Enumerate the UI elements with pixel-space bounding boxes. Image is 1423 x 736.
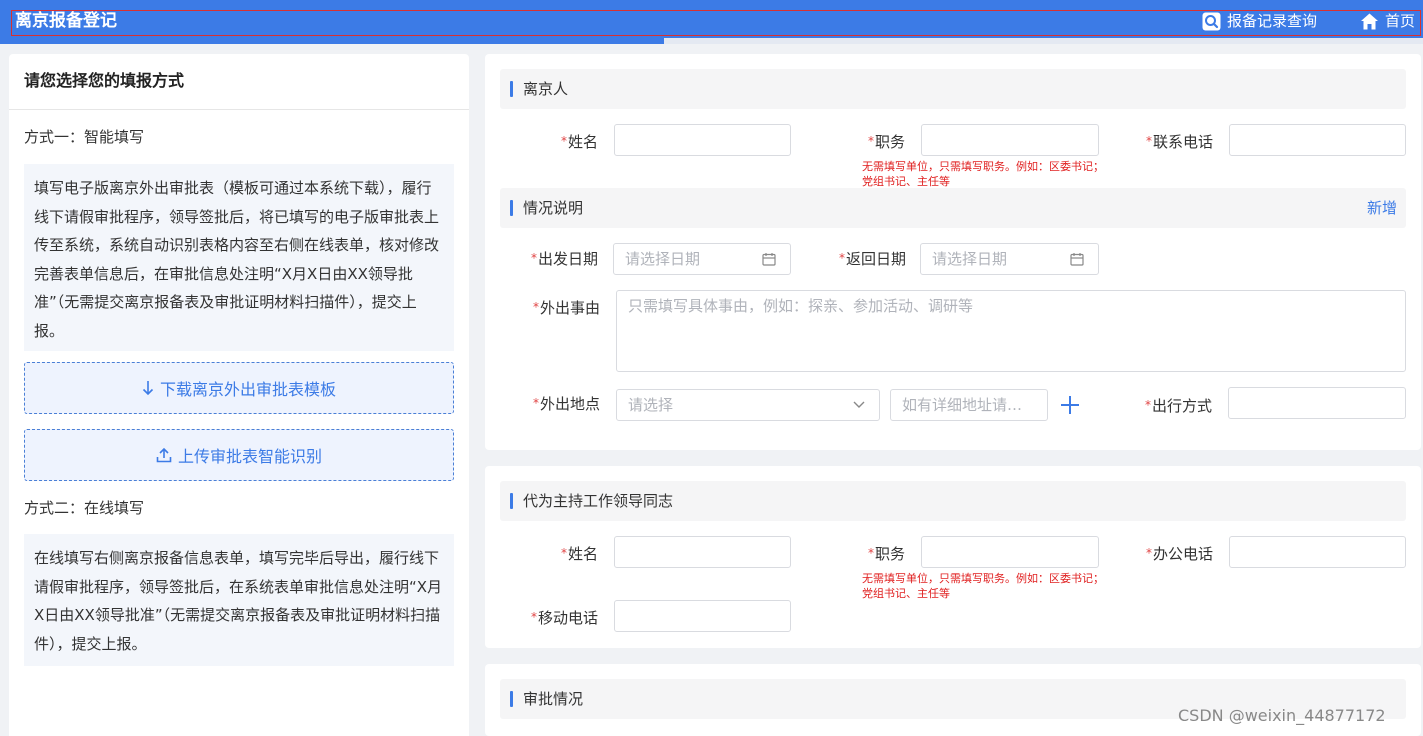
depart-date-label: *出发日期 (530, 250, 598, 268)
travel-mode-input[interactable] (1228, 387, 1406, 419)
upload-recognize-button[interactable]: 上传审批表智能识别 (24, 429, 454, 481)
place-select[interactable]: 请选择 (616, 389, 880, 421)
add-situation-link[interactable]: 新增 (1367, 188, 1397, 228)
traveler-phone-label: *联系电话 (1145, 133, 1213, 151)
calendar-icon (762, 253, 776, 266)
place-select-placeholder: 请选择 (628, 396, 674, 414)
place-label: *外出地点 (532, 395, 600, 413)
deputy-mobile-input[interactable] (614, 600, 791, 632)
traveler-name-input[interactable] (614, 124, 791, 156)
deputy-name-label: *姓名 (560, 545, 598, 563)
method1-title: 方式一：智能填写 (24, 128, 145, 146)
add-place-icon[interactable] (1060, 395, 1080, 415)
upload-recognize-label: 上传审批表智能识别 (177, 447, 322, 466)
deputy-post-input[interactable] (921, 536, 1099, 568)
calendar-icon (1070, 253, 1084, 266)
deputy-post-hint: 无需填写单位，只需填写职务。例如：区委书记；党组书记、主任等 (862, 572, 1104, 600)
header-strip-track (664, 38, 1423, 44)
download-template-button[interactable]: 下载离京外出审批表模板 (24, 362, 454, 414)
deputy-mobile-label: *移动电话 (530, 609, 598, 627)
detail-address-placeholder: 如有详细地址请… (902, 396, 1023, 414)
record-query-label: 报备记录查询 (1227, 12, 1318, 30)
section-approval-title: 审批情况 (523, 690, 584, 708)
return-date-placeholder: 请选择日期 (932, 250, 1008, 268)
traveler-post-input[interactable] (921, 124, 1099, 156)
method1-description: 填写电子版离京外出审批表（模板可通过本系统下载），履行线下请假审批程序，领导签批… (24, 164, 454, 351)
app-title: 离京报备登记 (15, 11, 117, 31)
reason-label: *外出事由 (532, 299, 600, 317)
deputy-post-label: *职务 (867, 545, 905, 563)
return-date-picker[interactable]: 请选择日期 (920, 243, 1099, 275)
chevron-down-icon (853, 401, 865, 408)
fill-method-panel: 请您选择您的填报方式 方式一：智能填写 填写电子版离京外出审批表（模板可通过本系… (9, 54, 469, 736)
home-link[interactable]: 首页 (1360, 10, 1415, 32)
top-bar: 离京报备登记 报备记录查询 首页 (0, 0, 1423, 44)
reason-textarea[interactable]: 只需填写具体事由，例如：探亲、参加活动、调研等 (616, 290, 1406, 372)
fill-method-heading: 请您选择您的填报方式 (9, 54, 469, 110)
traveler-card: 离京人 *姓名 *职务 无需填写单位，只需填写职务。例如：区委书记；党组书记、主… (485, 54, 1421, 450)
deputy-office-phone-label: *办公电话 (1145, 545, 1213, 563)
watermark: CSDN @weixin_44877172 (1178, 706, 1386, 725)
record-query-link[interactable]: 报备记录查询 (1202, 10, 1317, 32)
depart-date-placeholder: 请选择日期 (625, 250, 701, 268)
arrow-down-icon (142, 381, 154, 396)
section-deputy: 代为主持工作领导同志 (500, 481, 1406, 521)
traveler-phone-input[interactable] (1229, 124, 1406, 156)
reason-placeholder: 只需填写具体事由，例如：探亲、参加活动、调研等 (628, 297, 974, 315)
header-progress-strip (0, 38, 664, 44)
download-template-label: 下载离京外出审批表模板 (159, 380, 336, 399)
traveler-post-label: *职务 (867, 133, 905, 151)
traveler-name-label: *姓名 (560, 133, 598, 151)
traveler-post-hint: 无需填写单位，只需填写职务。例如：区委书记；党组书记、主任等 (862, 160, 1104, 188)
deputy-card: 代为主持工作领导同志 *姓名 *职务 无需填写单位，只需填写职务。例如：区委书记… (485, 466, 1421, 648)
section-traveler-title: 离京人 (523, 80, 569, 98)
upload-icon (156, 447, 172, 463)
section-traveler: 离京人 (500, 69, 1406, 109)
section-situation-title: 情况说明 (523, 199, 584, 217)
detail-address-input[interactable]: 如有详细地址请… (890, 389, 1048, 421)
approval-card: 审批情况 (485, 664, 1421, 736)
deputy-office-phone-input[interactable] (1229, 536, 1406, 568)
method2-title: 方式二：在线填写 (24, 499, 145, 517)
method2-description: 在线填写右侧离京报备信息表单，填写完毕后导出，履行线下请假审批程序，领导签批后，… (24, 534, 454, 666)
section-deputy-title: 代为主持工作领导同志 (523, 492, 674, 510)
return-date-label: *返回日期 (838, 250, 906, 268)
home-icon (1361, 13, 1378, 29)
depart-date-picker[interactable]: 请选择日期 (613, 243, 791, 275)
search-icon (1202, 12, 1221, 30)
travel-mode-label: *出行方式 (1144, 397, 1212, 415)
deputy-name-input[interactable] (614, 536, 791, 568)
section-situation: 情况说明 新增 (500, 188, 1406, 228)
home-label: 首页 (1385, 12, 1416, 30)
